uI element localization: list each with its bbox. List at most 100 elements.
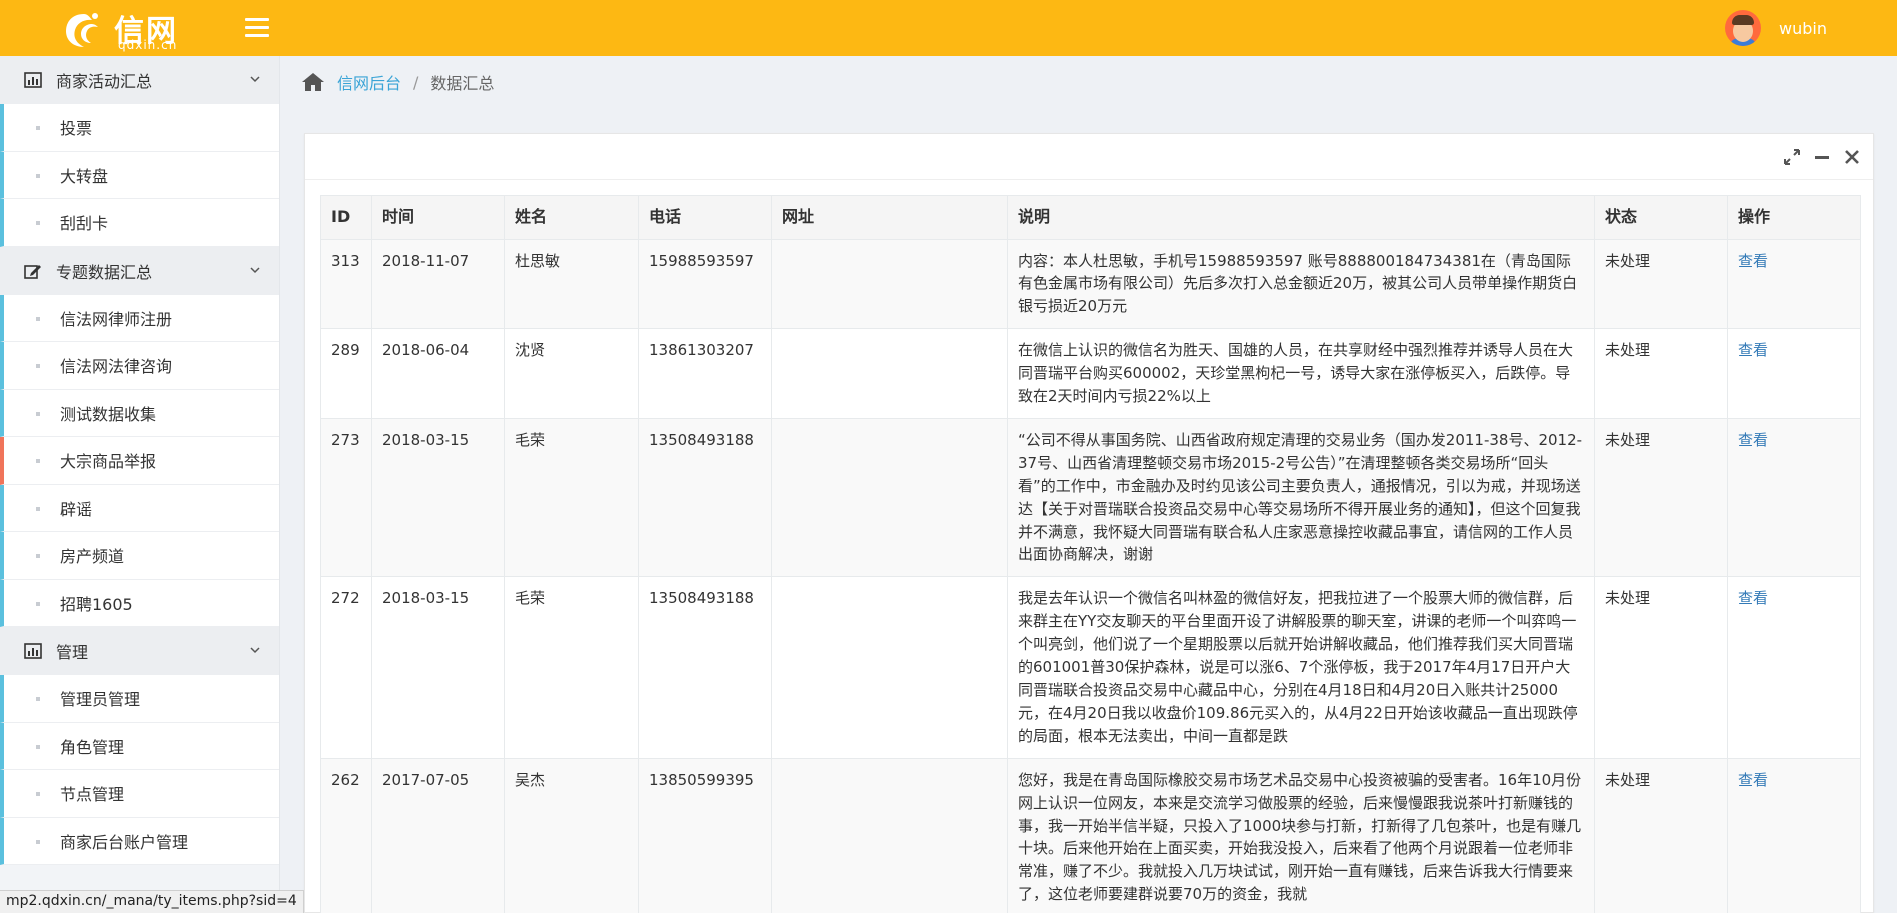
cell-action: 查看 — [1727, 328, 1861, 419]
sidebar-item-admin-manage[interactable]: 管理员管理 — [0, 675, 279, 723]
sidebar-item-test-data[interactable]: 测试数据收集 — [0, 389, 279, 437]
bullet-icon — [36, 221, 40, 225]
cell-time: 2018-03-15 — [371, 417, 505, 578]
sidebar-group-merchant-activity[interactable]: 商家活动汇总 — [0, 56, 279, 104]
table-header-row: ID 时间 姓名 电话 网址 说明 状态 操作 — [320, 195, 1861, 240]
breadcrumb: 信网后台 / 数据汇总 — [281, 56, 1897, 108]
sidebar-group-topic-data[interactable]: 专题数据汇总 — [0, 246, 279, 295]
sidebar-item-merchant-account[interactable]: 商家后台账户管理 — [0, 817, 279, 865]
table-row: 272 2018-03-15 毛荣 13508493188 我是去年认识一个微信… — [320, 576, 1861, 759]
cell-status: 未处理 — [1594, 757, 1728, 913]
minimize-icon[interactable] — [1813, 148, 1831, 166]
bullet-icon — [36, 459, 40, 463]
sidebar-item-label: 大转盘 — [60, 166, 109, 186]
data-table: ID 时间 姓名 电话 网址 说明 状态 操作 313 2018-11-07 杜… — [320, 195, 1861, 913]
cell-description: “公司不得从事国务院、山西省政府规定清理的交易业务（国办发2011-38号、20… — [1007, 417, 1595, 578]
bullet-icon — [36, 316, 40, 321]
status-url: mp2.qdxin.cn/_mana/ty_items.php?sid=4 — [0, 890, 304, 913]
cell-phone: 13850599395 — [638, 757, 772, 913]
menu-toggle-icon[interactable] — [245, 18, 269, 38]
chevron-down-icon — [250, 647, 260, 654]
top-navbar: 信网 qdxin.cn wubin — [0, 0, 1897, 56]
view-link[interactable]: 查看 — [1738, 252, 1768, 270]
sidebar-item-lawyer-register[interactable]: 信法网律师注册 — [0, 294, 279, 342]
column-header[interactable]: 电话 — [638, 195, 772, 240]
sidebar-item-label: 测试数据收集 — [60, 404, 157, 424]
sidebar-item-recruit[interactable]: 招聘1605 — [0, 579, 279, 627]
cell-phone: 15988593597 — [638, 238, 772, 330]
column-header[interactable]: ID — [320, 195, 372, 240]
sidebar-item-rumor[interactable]: 辟谣 — [0, 484, 279, 532]
bullet-icon — [36, 364, 40, 368]
cell-url — [771, 757, 1008, 913]
sidebar-item-commodity-report[interactable]: 大宗商品举报 — [0, 437, 279, 485]
sidebar-item-label: 大宗商品举报 — [60, 452, 157, 472]
cell-action: 查看 — [1727, 576, 1861, 759]
username[interactable]: wubin — [1779, 19, 1827, 38]
panel-header — [305, 134, 1873, 180]
home-icon[interactable] — [301, 72, 325, 92]
bullet-icon — [36, 601, 40, 606]
sidebar-item-vote[interactable]: 投票 — [0, 104, 279, 152]
view-link[interactable]: 查看 — [1738, 771, 1768, 789]
column-header[interactable]: 说明 — [1007, 195, 1595, 240]
sidebar-item-label: 投票 — [60, 119, 93, 139]
cell-description: 您好，我是在青岛国际橡胶交易市场艺术品交易中心投资被骗的受害者。16年10月份网… — [1007, 757, 1595, 913]
sidebar-item-role-manage[interactable]: 角色管理 — [0, 722, 279, 770]
column-header[interactable]: 状态 — [1594, 195, 1728, 240]
sidebar-item-real-estate[interactable]: 房产频道 — [0, 532, 279, 580]
cell-phone: 13508493188 — [638, 417, 772, 578]
cell-id: 273 — [320, 417, 372, 578]
brand-domain: qdxin.cn — [118, 38, 178, 52]
bar-chart-icon — [24, 72, 42, 88]
sidebar-item-label: 节点管理 — [60, 785, 125, 805]
cell-description: 内容：本人杜思敏，手机号15988593597 账号88880018473438… — [1007, 238, 1595, 330]
site-logo[interactable]: 信网 qdxin.cn — [58, 4, 188, 52]
avatar[interactable] — [1725, 10, 1762, 46]
cell-status: 未处理 — [1594, 576, 1728, 759]
cell-name: 毛荣 — [504, 417, 639, 578]
cell-id: 262 — [320, 757, 372, 913]
cell-time: 2018-11-07 — [371, 238, 505, 330]
cell-url — [771, 576, 1008, 759]
cell-time: 2018-03-15 — [371, 576, 505, 759]
bullet-icon — [36, 839, 40, 844]
sidebar-item-label: 商家后台账户管理 — [60, 832, 189, 852]
logo-swirl-icon — [66, 13, 98, 47]
sidebar-group-management[interactable]: 管理 — [0, 627, 279, 675]
bullet-icon — [36, 126, 40, 130]
column-header[interactable]: 操作 — [1727, 195, 1861, 240]
sidebar-item-label: 信法网法律咨询 — [60, 357, 173, 377]
breadcrumb-root-link[interactable]: 信网后台 — [337, 70, 401, 94]
view-link[interactable]: 查看 — [1738, 589, 1768, 607]
view-link[interactable]: 查看 — [1738, 341, 1768, 359]
sidebar-item-label: 刮刮卡 — [60, 214, 109, 234]
table-row: 273 2018-03-15 毛荣 13508493188 “公司不得从事国务院… — [320, 417, 1861, 578]
cell-phone: 13508493188 — [638, 576, 772, 759]
table-row: 262 2017-07-05 吴杰 13850599395 您好，我是在青岛国际… — [320, 757, 1861, 913]
sidebar-item-scratch-card[interactable]: 刮刮卡 — [0, 199, 279, 247]
breadcrumb-separator: / — [413, 72, 419, 92]
sidebar-item-legal-consult[interactable]: 信法网法律咨询 — [0, 342, 279, 390]
view-link[interactable]: 查看 — [1738, 431, 1768, 449]
cell-name: 毛荣 — [504, 576, 639, 759]
cell-action: 查看 — [1727, 417, 1861, 578]
sidebar-item-label: 管理员管理 — [60, 690, 141, 710]
cell-id: 313 — [320, 238, 372, 330]
cell-status: 未处理 — [1594, 417, 1728, 578]
expand-icon[interactable] — [1783, 148, 1801, 166]
cell-action: 查看 — [1727, 238, 1861, 330]
sidebar-item-node-manage[interactable]: 节点管理 — [0, 770, 279, 818]
cell-id: 272 — [320, 576, 372, 759]
user-menu[interactable]: wubin — [1725, 10, 1827, 46]
column-header[interactable]: 时间 — [371, 195, 505, 240]
column-header[interactable]: 姓名 — [504, 195, 639, 240]
bullet-icon — [36, 506, 40, 511]
chevron-down-icon — [250, 76, 260, 83]
close-icon[interactable] — [1843, 148, 1861, 166]
bullet-icon — [36, 697, 40, 701]
cell-action: 查看 — [1727, 757, 1861, 913]
sidebar-item-wheel[interactable]: 大转盘 — [0, 151, 279, 199]
bullet-icon — [36, 173, 40, 178]
column-header[interactable]: 网址 — [771, 195, 1008, 240]
